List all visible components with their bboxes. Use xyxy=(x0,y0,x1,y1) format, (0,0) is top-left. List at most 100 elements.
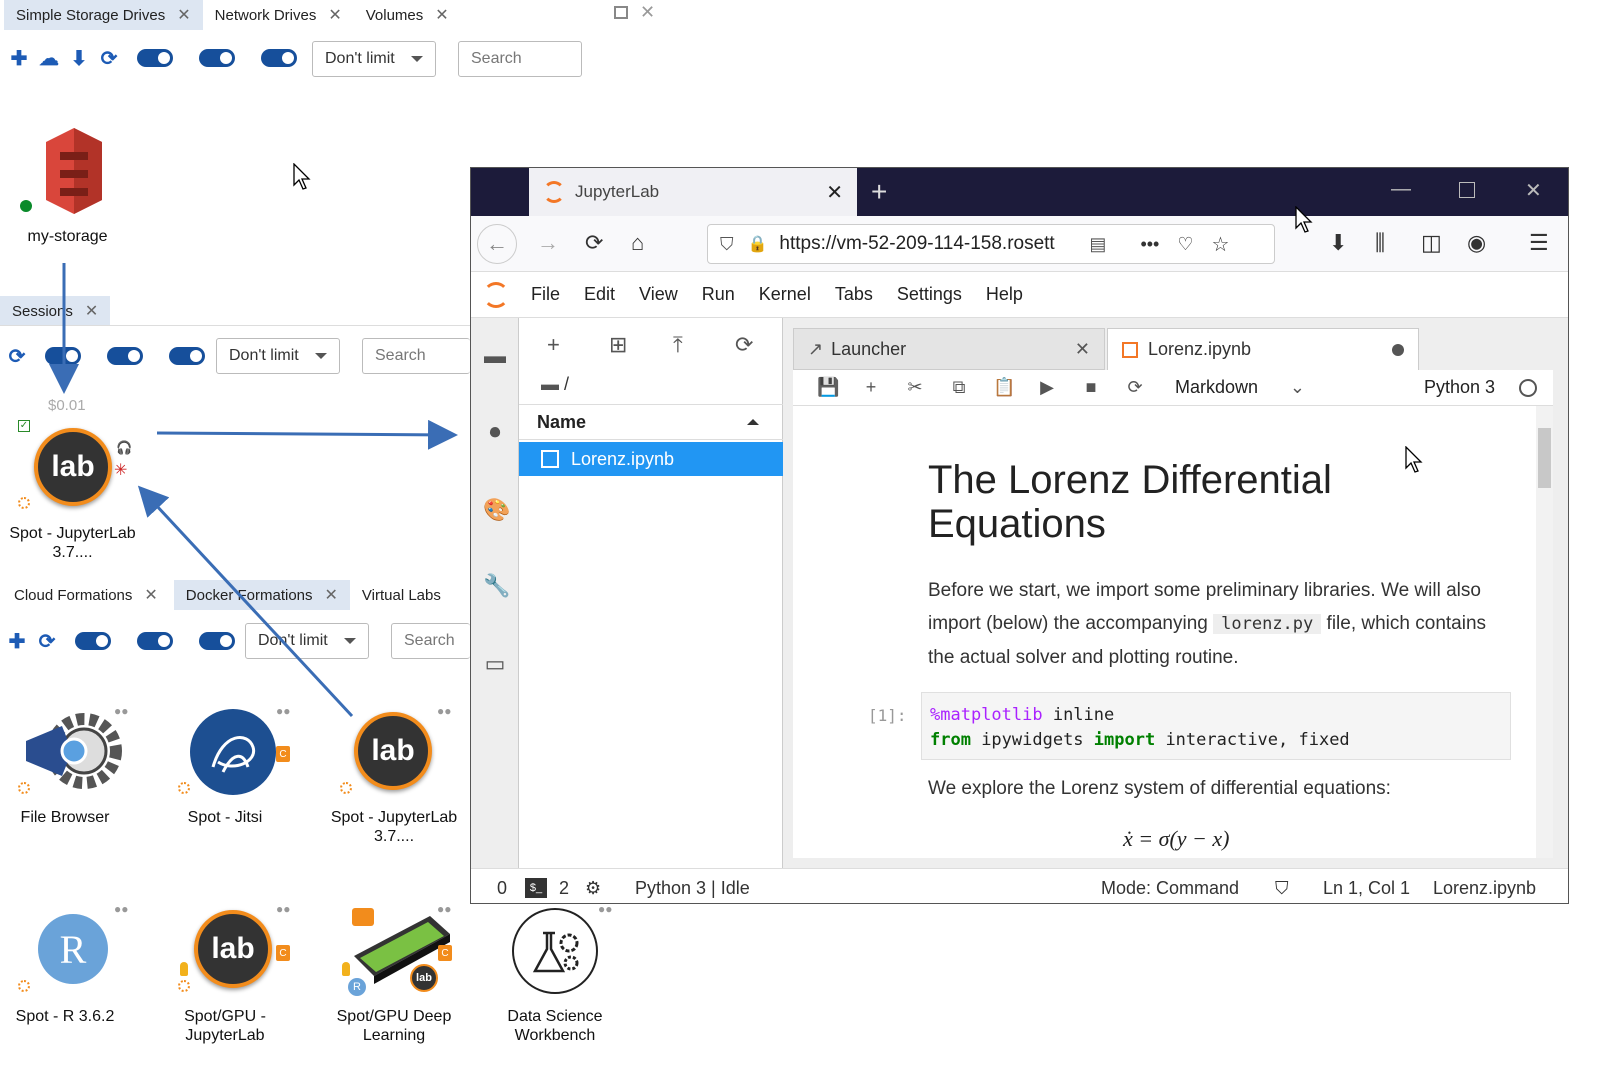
shield-icon[interactable]: ⛉ xyxy=(720,234,734,255)
code-cell[interactable]: %matplotlib inline from ipywidgets impor… xyxy=(921,692,1511,760)
trusted-shield-icon[interactable]: ⛉ xyxy=(1275,878,1289,899)
wrench-icon[interactable]: 🔧 xyxy=(483,574,510,598)
cursor-position[interactable]: Ln 1, Col 1 xyxy=(1323,878,1410,899)
file-row[interactable]: Lorenz.ipynb xyxy=(519,442,783,476)
menu-edit[interactable]: Edit xyxy=(584,284,615,305)
home-icon[interactable]: ⌂ xyxy=(631,230,644,256)
terminal-count[interactable]: 0 xyxy=(497,878,507,899)
refresh-icon[interactable]: ⟳ xyxy=(98,47,120,70)
close-icon[interactable]: ✕ xyxy=(435,5,448,25)
jupyterlab-icon[interactable]: lab xyxy=(354,712,432,790)
upload-icon[interactable]: ⤒ xyxy=(673,332,683,358)
file-list-header[interactable]: Name xyxy=(519,404,783,440)
limit-select[interactable]: Don't limit xyxy=(245,623,369,659)
run-icon[interactable]: ▶ xyxy=(1037,377,1057,398)
sidebar-icon[interactable]: ◫ xyxy=(1421,230,1442,256)
cloud-download-icon[interactable]: ☁ xyxy=(38,47,60,70)
limit-select[interactable]: Don't limit xyxy=(216,338,340,374)
filter-toggle-3[interactable] xyxy=(199,632,235,650)
unsaved-dot-icon[interactable] xyxy=(1392,343,1404,356)
cut-icon[interactable]: ✂ xyxy=(905,377,925,398)
jitsi-icon[interactable] xyxy=(190,709,276,795)
pocket-icon[interactable]: ♡ xyxy=(1177,234,1193,255)
insert-cell-icon[interactable]: + xyxy=(861,377,881,398)
download-icon[interactable]: ⬇ xyxy=(68,47,90,70)
tab-lorenz-notebook[interactable]: Lorenz.ipynb xyxy=(1107,328,1419,370)
headset-icon[interactable]: 🎧 xyxy=(116,440,132,456)
maximize-icon[interactable] xyxy=(1459,182,1475,198)
menu-view[interactable]: View xyxy=(639,284,678,305)
tab-network-drives[interactable]: Network Drives ✕ xyxy=(202,0,354,30)
add-icon[interactable]: ✚ xyxy=(6,630,28,653)
menu-settings[interactable]: Settings xyxy=(897,284,962,305)
tab-simple-storage-drives[interactable]: Simple Storage Drives ✕ xyxy=(4,0,203,30)
filter-toggle-3[interactable] xyxy=(261,49,297,67)
menu-run[interactable]: Run xyxy=(702,284,735,305)
stop-icon[interactable]: ■ xyxy=(1081,377,1101,398)
filter-toggle-1[interactable] xyxy=(137,49,173,67)
add-icon[interactable]: ✚ xyxy=(8,47,30,70)
close-icon[interactable]: ✕ xyxy=(826,180,843,205)
limit-select[interactable]: Don't limit xyxy=(312,41,436,77)
menu-tabs[interactable]: Tabs xyxy=(835,284,873,305)
jupyterlab-gpu-icon[interactable]: lab xyxy=(194,910,272,988)
copy-icon[interactable]: ⧉ xyxy=(949,377,969,398)
close-window-icon[interactable]: ✕ xyxy=(1525,178,1542,203)
search-input[interactable]: Search xyxy=(391,623,470,659)
scrollbar[interactable] xyxy=(1536,406,1553,858)
tab-sessions[interactable]: Sessions ✕ xyxy=(0,296,111,326)
close-icon[interactable]: ✕ xyxy=(325,585,338,605)
more-actions-icon[interactable]: ••• xyxy=(1140,234,1159,255)
minimize-icon[interactable]: — xyxy=(1391,178,1411,201)
refresh-icon[interactable]: ⟳ xyxy=(735,332,753,358)
close-icon[interactable]: ✕ xyxy=(1075,339,1090,360)
forward-icon[interactable]: → xyxy=(537,230,559,256)
bookmark-star-icon[interactable]: ☆ xyxy=(1211,232,1229,257)
scrollbar-thumb[interactable] xyxy=(1538,428,1551,488)
account-icon[interactable]: ◉ xyxy=(1467,230,1486,256)
tab-cloud-formations[interactable]: Cloud Formations ✕ xyxy=(2,580,170,610)
close-icon[interactable]: ✕ xyxy=(144,585,157,605)
search-input[interactable]: Search xyxy=(458,41,582,77)
s3-bucket-icon[interactable] xyxy=(38,128,110,214)
kernel-count[interactable]: 2 xyxy=(559,878,569,899)
sort-ascending-icon[interactable] xyxy=(747,419,759,425)
running-sessions-icon[interactable]: ⏺ xyxy=(483,420,507,444)
menu-file[interactable]: File xyxy=(531,284,560,305)
back-icon[interactable]: ← xyxy=(477,224,517,264)
new-launcher-icon[interactable]: + xyxy=(547,332,560,358)
breadcrumb[interactable]: ▬ / xyxy=(541,374,569,395)
tab-docker-formations[interactable]: Docker Formations ✕ xyxy=(173,580,350,610)
browser-tab-jupyterlab[interactable]: JupyterLab ✕ xyxy=(529,168,857,216)
filter-toggle-1[interactable] xyxy=(45,347,81,365)
tab-launcher[interactable]: ↗ Launcher ✕ xyxy=(793,328,1105,370)
filter-toggle-2[interactable] xyxy=(107,347,143,365)
close-icon[interactable]: ✕ xyxy=(640,2,655,23)
filter-toggle-2[interactable] xyxy=(137,632,173,650)
filter-toggle-3[interactable] xyxy=(169,347,205,365)
url-bar[interactable]: ⛉ 🔒 https://vm-52-209-114-158.rosett ▤ •… xyxy=(707,224,1275,264)
kernel-state[interactable]: Python 3 | Idle xyxy=(635,878,750,899)
network-icon[interactable]: ✳ xyxy=(114,460,127,480)
new-folder-icon[interactable]: ⊞ xyxy=(609,332,627,358)
jupyterlab-session-icon[interactable]: lab xyxy=(34,428,112,506)
downloads-icon[interactable]: ⬇ xyxy=(1329,230,1347,256)
file-browser-gear-icon[interactable] xyxy=(22,706,126,796)
cell-type-select[interactable]: Markdown ⌄ xyxy=(1175,377,1305,398)
refresh-icon[interactable]: ⟳ xyxy=(36,630,58,653)
tabs-icon[interactable]: ▭ xyxy=(483,652,507,676)
maximize-icon[interactable] xyxy=(614,6,628,19)
tab-volumes[interactable]: Volumes ✕ xyxy=(353,0,461,30)
filter-toggle-2[interactable] xyxy=(199,49,235,67)
palette-icon[interactable]: 🎨 xyxy=(483,498,510,522)
menu-help[interactable]: Help xyxy=(986,284,1023,305)
hamburger-menu-icon[interactable]: ☰ xyxy=(1529,230,1549,256)
data-science-workbench-icon[interactable] xyxy=(512,908,598,994)
tab-virtual-labs[interactable]: Virtual Labs xyxy=(349,580,453,610)
folder-icon[interactable]: ▬ xyxy=(483,344,507,368)
library-icon[interactable]: ⫼ xyxy=(1375,230,1385,256)
r-icon[interactable]: R xyxy=(38,914,108,984)
reader-view-icon[interactable]: ▤ xyxy=(1089,234,1106,255)
close-icon[interactable]: ✕ xyxy=(85,301,98,321)
close-icon[interactable]: ✕ xyxy=(177,5,190,25)
